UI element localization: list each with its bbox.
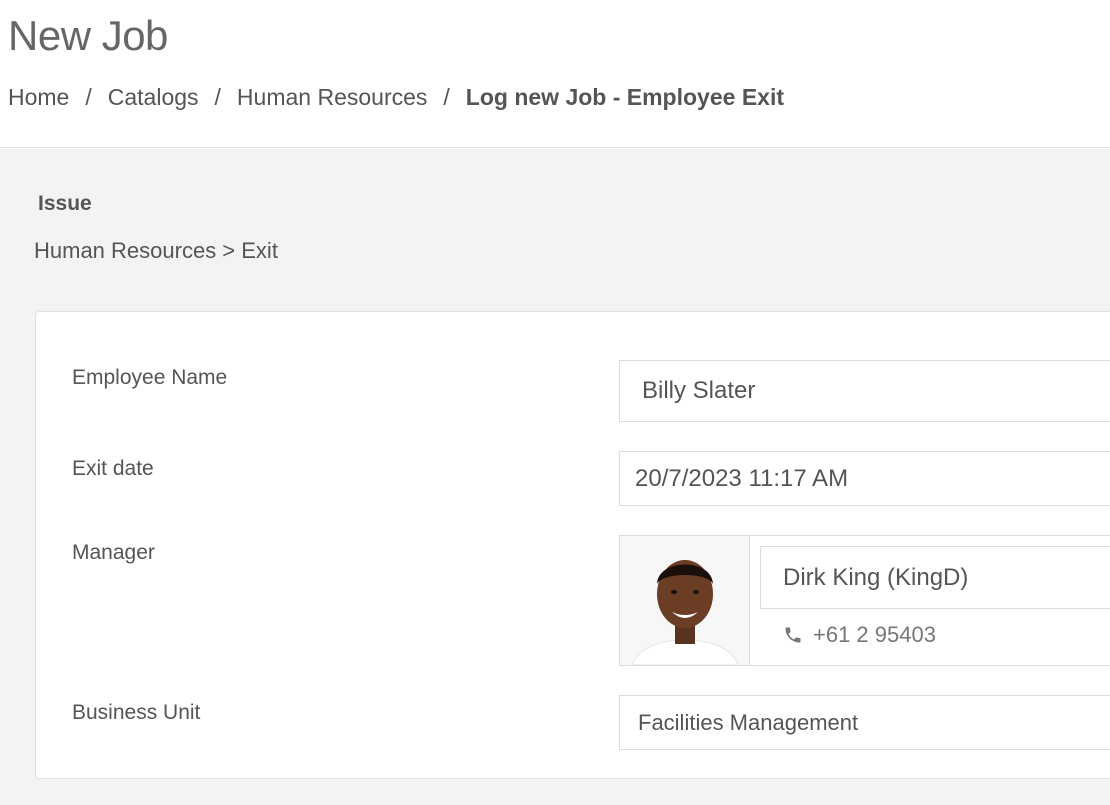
exit-date-field[interactable]: 20/7/2023 11:17 AM (619, 451, 1110, 506)
breadcrumb-current: Log new Job - Employee Exit (465, 84, 784, 110)
breadcrumb: Home / Catalogs / Human Resources / Log … (8, 84, 784, 111)
breadcrumb-separator: / (85, 84, 92, 110)
breadcrumb-human-resources-link[interactable]: Human Resources (237, 84, 427, 111)
phone-icon (785, 627, 801, 643)
business-unit-label: Business Unit (72, 701, 201, 724)
breadcrumb-home-link[interactable]: Home (8, 84, 69, 111)
breadcrumb-catalogs-link[interactable]: Catalogs (108, 84, 199, 111)
employee-name-label: Employee Name (72, 366, 228, 389)
page-header: New Job Home / Catalogs / Human Resource… (0, 0, 1110, 148)
avatar-image (620, 536, 749, 665)
issue-heading: Issue (38, 192, 92, 215)
manager-phone: +61 2 95403 (783, 622, 936, 648)
exit-date-value: 20/7/2023 11:17 AM (635, 464, 849, 492)
breadcrumb-separator: / (443, 84, 450, 110)
manager-card: Dirk King (KingD) +61 2 95403 (619, 535, 1110, 666)
issue-path: Human Resources > Exit (34, 238, 278, 263)
manager-phone-value: +61 2 95403 (813, 622, 936, 647)
manager-name-field[interactable]: Dirk King (KingD) (760, 546, 1110, 609)
page-title: New Job (8, 12, 168, 59)
exit-date-label: Exit date (72, 457, 154, 480)
job-form: Employee Name Billy Slater Exit date 20/… (35, 311, 1110, 779)
employee-name-value: Billy Slater (642, 377, 756, 404)
business-unit-field[interactable]: Facilities Management (619, 695, 1110, 750)
breadcrumb-separator: / (214, 84, 221, 110)
main-content: Issue Human Resources > Exit Employee Na… (0, 149, 1110, 805)
business-unit-value: Facilities Management (638, 709, 859, 735)
manager-label: Manager (72, 541, 155, 564)
avatar (620, 536, 750, 665)
employee-name-field[interactable]: Billy Slater (619, 360, 1110, 422)
manager-name-value: Dirk King (KingD) (783, 563, 969, 591)
